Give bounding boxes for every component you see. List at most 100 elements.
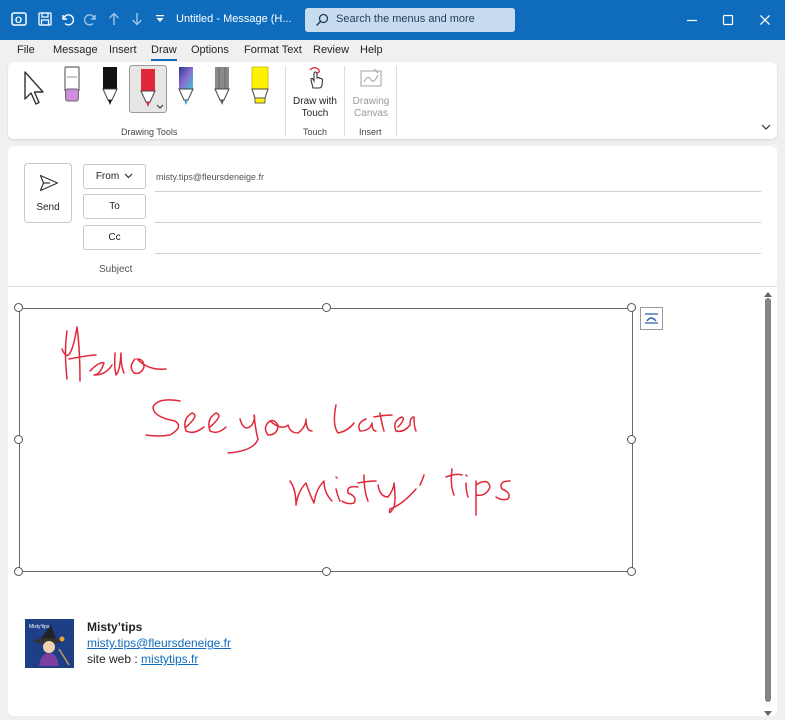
resize-handle[interactable]: [322, 303, 331, 312]
ink-stroke: [377, 482, 417, 514]
subject-label: Subject: [99, 264, 133, 275]
signature-name: Misty’tips: [87, 620, 143, 634]
to-field[interactable]: [155, 196, 761, 220]
eraser-tool-button[interactable]: [56, 65, 88, 107]
drawing-canvas[interactable]: [14, 303, 636, 576]
ink-stroke: [419, 474, 425, 486]
send-button[interactable]: Send: [24, 163, 72, 223]
title-bar: O Untitled - Message (H... Search the me…: [0, 0, 785, 40]
send-icon: [39, 174, 59, 195]
redo-icon[interactable]: [82, 10, 100, 28]
ink-stroke: [227, 414, 259, 454]
vertical-scrollbar[interactable]: [762, 288, 774, 716]
cc-button[interactable]: Cc: [83, 225, 146, 250]
send-label: Send: [36, 202, 60, 213]
cc-field[interactable]: [155, 227, 761, 251]
from-label: From: [95, 171, 120, 182]
collapse-ribbon-icon[interactable]: [760, 122, 772, 135]
draw-with-touch-button[interactable]: Draw with Touch: [290, 64, 340, 122]
ink-stroke: [475, 480, 491, 516]
signature-email-link[interactable]: misty.tips@fleursdeneige.fr: [87, 636, 231, 650]
resize-handle[interactable]: [14, 303, 23, 312]
ink-stroke: [465, 474, 469, 498]
arrow-up-icon[interactable]: [105, 10, 123, 28]
resize-handle[interactable]: [14, 435, 23, 444]
ink-stroke: [113, 352, 125, 376]
canvas-label-line2: Canvas: [354, 108, 388, 119]
menu-format-text[interactable]: Format Text: [244, 44, 302, 56]
pencil-tool-button[interactable]: [206, 65, 238, 107]
ink-stroke: [335, 476, 341, 502]
resize-handle[interactable]: [627, 303, 636, 312]
touch-label-line2: Touch: [301, 108, 329, 119]
menu-insert[interactable]: Insert: [109, 44, 137, 56]
menu-file[interactable]: File: [17, 44, 35, 56]
window-title: Untitled - Message (H...: [176, 13, 292, 25]
signature-web-link[interactable]: mistytips.fr: [141, 652, 198, 666]
from-button[interactable]: From: [83, 164, 146, 189]
select-tool-button[interactable]: [18, 65, 50, 107]
highlighter-button[interactable]: [244, 65, 276, 107]
scroll-down-icon[interactable]: [764, 708, 772, 720]
resize-handle[interactable]: [627, 435, 636, 444]
menu-options[interactable]: Options: [191, 44, 229, 56]
ribbon-separator: [396, 66, 397, 136]
drawing-canvas-icon: [360, 68, 382, 91]
to-button[interactable]: To: [83, 194, 146, 219]
to-label: To: [109, 201, 120, 212]
search-icon: [315, 13, 329, 30]
ribbon-separator: [285, 66, 286, 136]
drawing-canvas-button[interactable]: Drawing Canvas: [347, 64, 395, 122]
signature-avatar: Misty'tips: [25, 619, 74, 668]
svg-text:O: O: [15, 15, 22, 25]
menu-review[interactable]: Review: [313, 44, 349, 56]
active-tab-indicator: [151, 59, 177, 61]
ink-stroke: [341, 485, 359, 505]
minimize-button[interactable]: [682, 10, 702, 30]
ink-stroke: [89, 361, 113, 376]
resize-handle[interactable]: [627, 567, 636, 576]
ribbon-separator: [344, 66, 345, 136]
signature-web-line: site web : mistytips.fr: [87, 652, 198, 666]
maximize-button[interactable]: [718, 10, 738, 30]
layout-options-icon[interactable]: [640, 307, 663, 330]
cc-label: Cc: [108, 232, 121, 243]
arrow-down-icon[interactable]: [128, 10, 146, 28]
from-address: misty.tips@fleursdeneige.fr: [156, 172, 265, 182]
outlook-app-icon: O: [10, 10, 28, 28]
black-pen-button[interactable]: [94, 65, 126, 107]
touch-draw-icon: [306, 66, 326, 93]
subject-field[interactable]: [155, 258, 761, 282]
to-divider: [155, 222, 761, 223]
group-label-drawing-tools: Drawing Tools: [121, 127, 178, 137]
signature-web-label: site web :: [87, 652, 142, 666]
ink-stroke: [373, 412, 393, 432]
cc-divider: [155, 253, 761, 254]
menu-help[interactable]: Help: [360, 44, 383, 56]
close-button[interactable]: [755, 10, 775, 30]
search-box[interactable]: Search the menus and more: [305, 8, 515, 32]
group-label-insert: Insert: [359, 127, 382, 137]
menu-message[interactable]: Message: [53, 44, 98, 56]
ink-stroke: [184, 412, 205, 434]
resize-handle[interactable]: [14, 567, 23, 576]
ink-stroke: [357, 474, 377, 502]
from-divider: [155, 191, 761, 192]
search-placeholder: Search the menus and more: [336, 13, 475, 25]
resize-handle[interactable]: [322, 567, 331, 576]
menu-draw[interactable]: Draw: [151, 44, 177, 56]
ink-stroke: [68, 354, 97, 360]
ink-stroke: [495, 480, 511, 501]
scroll-thumb[interactable]: [765, 298, 771, 702]
save-icon[interactable]: [36, 10, 54, 28]
galaxy-pen-button[interactable]: [170, 65, 202, 107]
svg-text:Misty'tips: Misty'tips: [29, 624, 50, 630]
ink-stroke: [61, 326, 81, 382]
touch-label-line1: Draw with: [293, 96, 337, 107]
compose-pane: Send From misty.tips@fleursdeneige.fr To…: [8, 146, 777, 716]
ink-stroke: [145, 399, 181, 437]
undo-icon[interactable]: [58, 10, 76, 28]
red-pen-button[interactable]: [129, 65, 167, 113]
customize-toolbar-icon[interactable]: [151, 10, 169, 28]
ink-stroke: [333, 404, 355, 434]
